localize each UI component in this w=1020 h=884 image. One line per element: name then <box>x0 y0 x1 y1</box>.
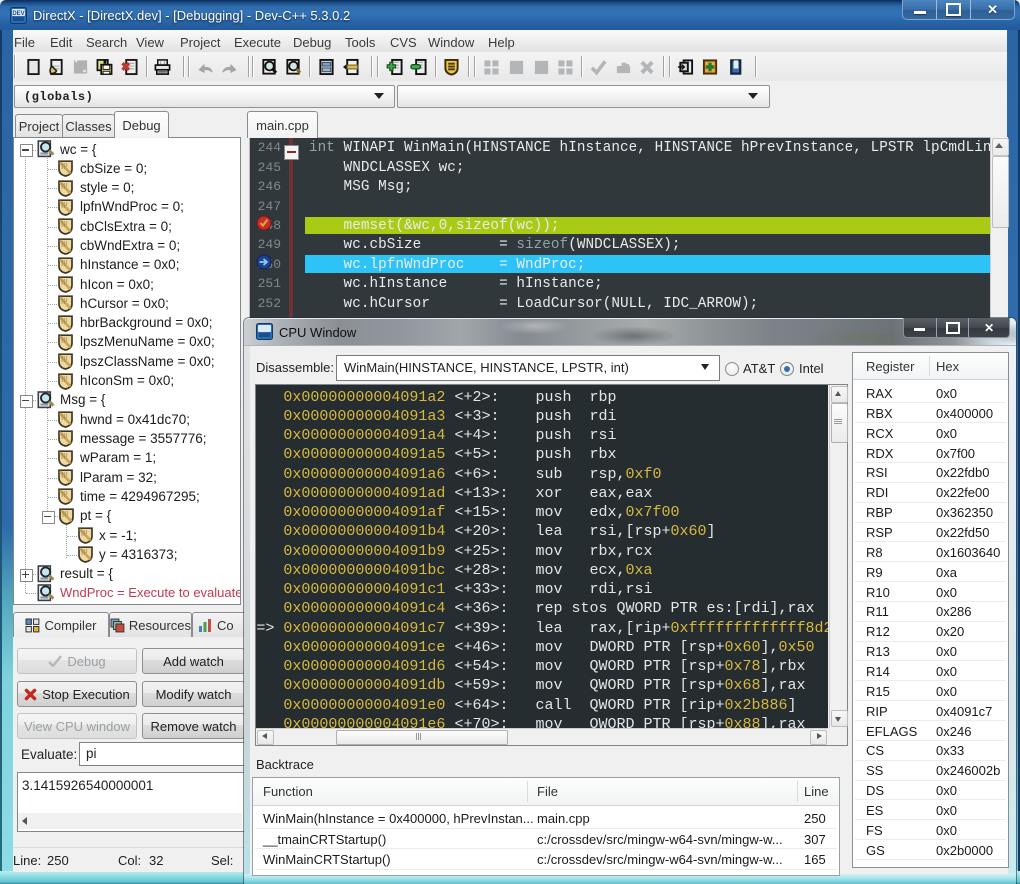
svg-text:DEV: DEV <box>12 11 24 17</box>
